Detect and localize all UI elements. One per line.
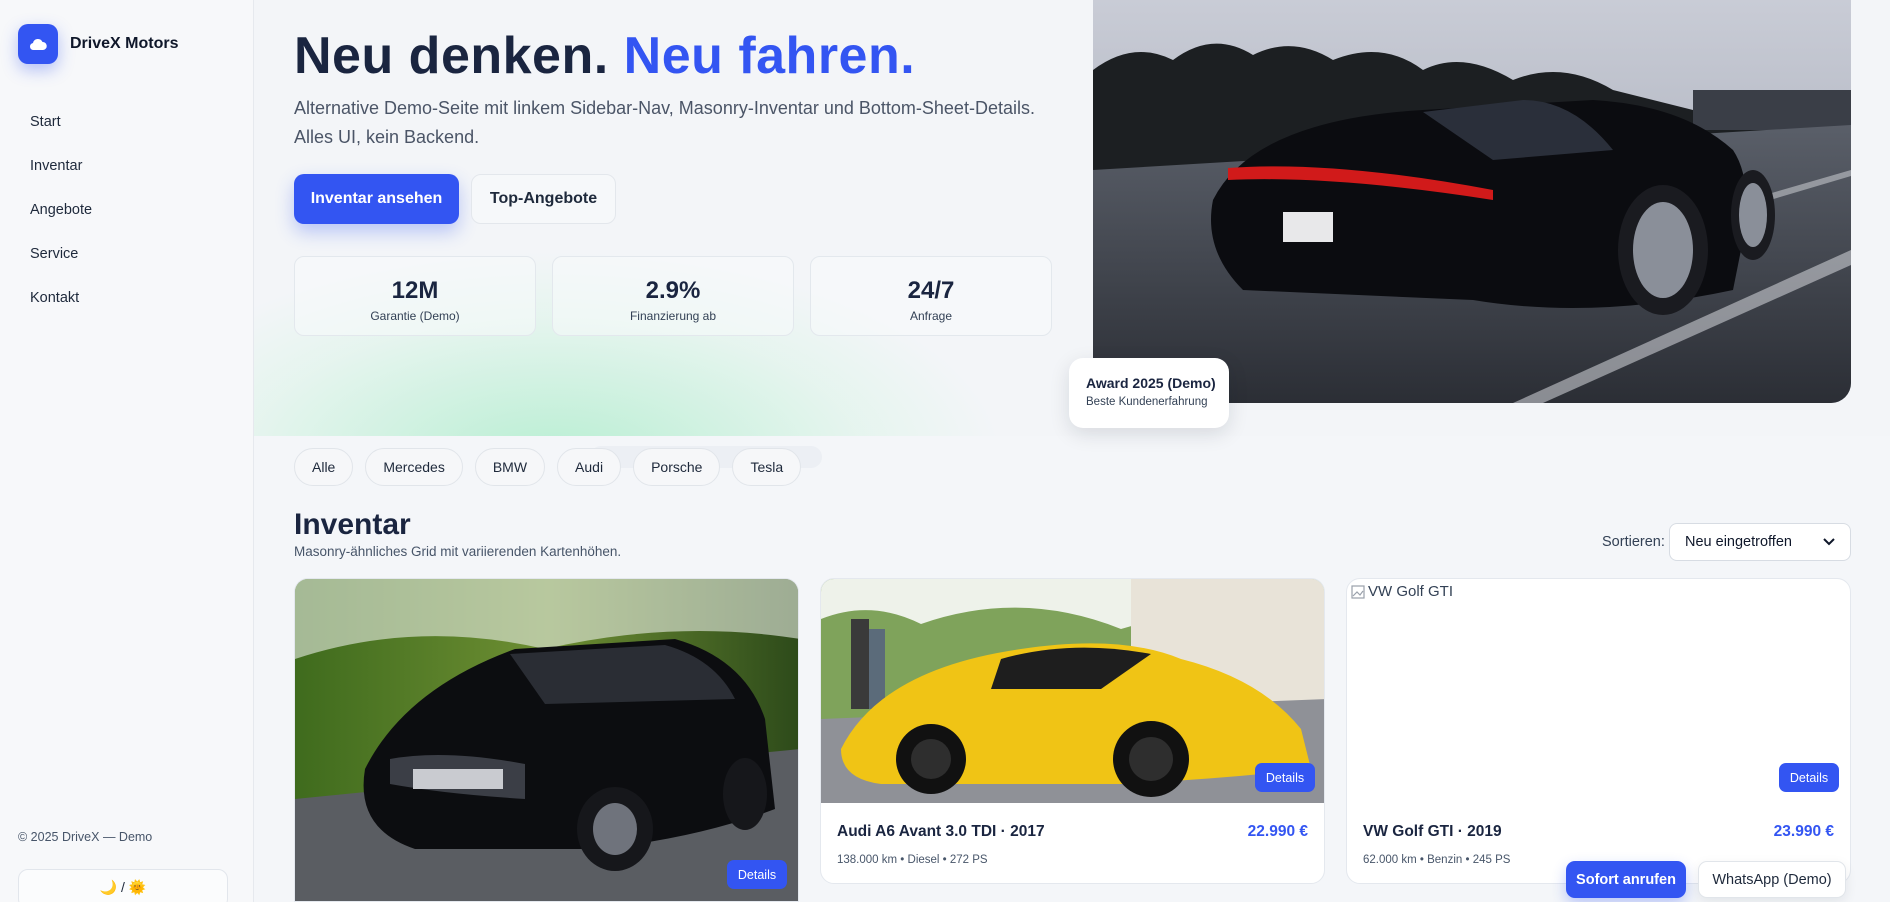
stat-inquiry: 24/7 Anfrage bbox=[810, 256, 1052, 336]
brand-logo bbox=[18, 24, 58, 64]
chevron-down-icon bbox=[1823, 538, 1835, 546]
stat-financing: 2.9% Finanzierung ab bbox=[552, 256, 794, 336]
details-button[interactable]: Details bbox=[1255, 763, 1315, 792]
sort-value: Neu eingetroffen bbox=[1685, 534, 1792, 550]
hero-title: Neu denken. Neu fahren. bbox=[294, 26, 915, 86]
card-title: Audi A6 Avant 3.0 TDI · 2017 bbox=[837, 823, 1045, 840]
stat-label: Finanzierung ab bbox=[629, 309, 717, 323]
black-porsche-photo bbox=[1093, 0, 1851, 403]
sidebar-nav: Start Inventar Angebote Service Kontakt bbox=[0, 100, 254, 320]
call-now-button[interactable]: Sofort anrufen bbox=[1566, 861, 1686, 898]
card-price: 23.990 € bbox=[1773, 823, 1834, 840]
filter-chip-alle[interactable]: Alle bbox=[294, 448, 354, 486]
award-title: Award 2025 (Demo) bbox=[1086, 375, 1216, 391]
brand-filters: Alle Mercedes BMW Audi Porsche Tesla bbox=[294, 448, 802, 486]
brand-name: DriveX Motors bbox=[70, 35, 179, 52]
card-image-broken: VW Golf GTI bbox=[1351, 583, 1453, 600]
nav-item-kontakt[interactable]: Kontakt bbox=[0, 276, 254, 320]
car-card[interactable]: VW Golf GTI Details VW Golf GTI · 2019 2… bbox=[1346, 578, 1851, 884]
sidebar: DriveX Motors Start Inventar Angebote Se… bbox=[0, 0, 254, 902]
card-image bbox=[295, 579, 798, 901]
card-specs: 138.000 km • Diesel • 272 PS bbox=[837, 854, 988, 866]
nav-item-inventar[interactable]: Inventar bbox=[0, 144, 254, 188]
details-button[interactable]: Details bbox=[1779, 763, 1839, 792]
filter-chip-tesla[interactable]: Tesla bbox=[732, 448, 802, 486]
yellow-sportscar-photo bbox=[821, 579, 1324, 803]
card-image bbox=[821, 579, 1324, 803]
top-offers-button[interactable]: Top-Angebote bbox=[471, 174, 616, 224]
sort-label: Sortieren: bbox=[1602, 534, 1665, 550]
stat-label: Anfrage bbox=[909, 309, 953, 323]
nav-item-start[interactable]: Start bbox=[0, 100, 254, 144]
broken-image-icon bbox=[1351, 584, 1365, 599]
hero-car-image bbox=[1093, 0, 1851, 403]
copyright: © 2025 DriveX — Demo bbox=[18, 830, 153, 844]
image-alt-text: VW Golf GTI bbox=[1368, 583, 1454, 600]
brand[interactable]: DriveX Motors bbox=[18, 24, 178, 64]
nav-item-service[interactable]: Service bbox=[0, 232, 254, 276]
car-card[interactable]: Details bbox=[294, 578, 799, 902]
inventory-button[interactable]: Inventar ansehen bbox=[294, 174, 459, 224]
black-sedan-photo bbox=[295, 579, 798, 901]
filter-chip-porsche[interactable]: Porsche bbox=[633, 448, 721, 486]
inventory-subtitle: Masonry-ähnliches Grid mit variierenden … bbox=[294, 544, 622, 559]
filter-chip-audi[interactable]: Audi bbox=[557, 448, 622, 486]
hero-title-main: Neu denken. bbox=[294, 27, 609, 85]
filter-chip-mercedes[interactable]: Mercedes bbox=[365, 448, 463, 486]
details-button[interactable]: Details bbox=[727, 860, 787, 889]
whatsapp-button[interactable]: WhatsApp (Demo) bbox=[1698, 861, 1846, 898]
nav-item-angebote[interactable]: Angebote bbox=[0, 188, 254, 232]
car-card[interactable]: Details Audi A6 Avant 3.0 TDI · 2017 22.… bbox=[820, 578, 1325, 884]
stat-warranty: 12M Garantie (Demo) bbox=[294, 256, 536, 336]
sort-select[interactable]: Neu eingetroffen bbox=[1669, 523, 1851, 561]
theme-toggle-button[interactable]: 🌙 / 🌞 bbox=[18, 869, 228, 902]
stat-value: 12M bbox=[391, 277, 439, 304]
award-subtitle: Beste Kundenerfahrung bbox=[1086, 396, 1208, 408]
hero-title-accent: Neu fahren. bbox=[623, 27, 916, 85]
card-price: 22.990 € bbox=[1247, 823, 1308, 840]
stat-label: Garantie (Demo) bbox=[370, 309, 460, 323]
inventory-title: Inventar bbox=[294, 508, 411, 541]
stat-value: 2.9% bbox=[645, 277, 701, 304]
filter-chip-bmw[interactable]: BMW bbox=[474, 448, 546, 486]
hero-subtitle: Alternative Demo-Seite mit linkem Sideba… bbox=[294, 98, 1035, 147]
card-title: VW Golf GTI · 2019 bbox=[1363, 823, 1502, 840]
card-specs: 62.000 km • Benzin • 245 PS bbox=[1363, 854, 1511, 866]
cloud-icon bbox=[29, 38, 47, 51]
stat-value: 24/7 bbox=[907, 277, 955, 304]
award-badge: Award 2025 (Demo) Beste Kundenerfahrung bbox=[1069, 358, 1229, 428]
